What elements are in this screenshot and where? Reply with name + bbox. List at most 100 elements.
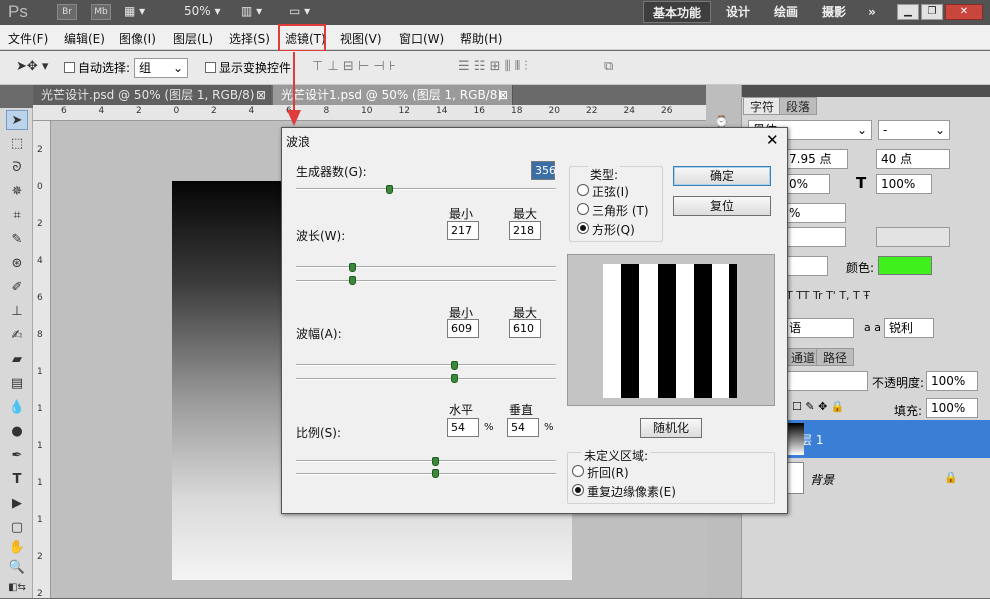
auto-select-target-select[interactable]: 组 ⌄ [134,58,188,78]
type-style-buttons[interactable]: T TT Tr T' T, T Ŧ [786,289,870,302]
lasso-tool-icon[interactable]: ᘐ [6,158,28,178]
repeat-edge-radio[interactable] [572,484,584,496]
antialias-select[interactable]: 锐利 [884,318,934,338]
wavelength-min-track[interactable] [296,266,556,268]
wavelength-max-track[interactable] [296,280,556,282]
crop-tool-icon[interactable]: ⌗ [6,206,28,226]
amplitude-min-input[interactable]: 609 [447,319,479,338]
lock-icons[interactable]: ☐ ✎ ✥ 🔒 [792,400,844,413]
amplitude-min-thumb[interactable] [450,361,458,370]
menu-help[interactable]: 帮助(H) [460,30,502,47]
workspace-basic[interactable]: 基本功能 [643,1,711,23]
minimize-icon[interactable]: ▁ [897,4,919,20]
horizontal-scale-field[interactable]: 100% [876,174,932,194]
mini-bridge-button[interactable]: Mb [91,4,111,20]
square-radio[interactable] [577,222,589,234]
tab-character[interactable]: 字符 [743,97,782,115]
amplitude-max-input[interactable]: 610 [509,319,541,338]
maximize-icon[interactable]: ❐ [921,4,943,20]
fill-field[interactable]: 100% [926,398,978,418]
generators-slider-thumb[interactable] [385,185,393,194]
healing-brush-tool-icon[interactable]: ⊛ [6,254,28,274]
workspace-design[interactable]: 设计 [716,1,760,23]
menu-image[interactable]: 图像(I) [119,30,156,47]
text-color-swatch[interactable] [878,256,932,275]
menu-view[interactable]: 视图(V) [340,30,382,47]
close-icon[interactable]: ✕ [945,4,983,20]
opacity-field[interactable]: 100% [926,371,978,391]
eraser-tool-icon[interactable]: ▰ [6,350,28,370]
menu-edit[interactable]: 编辑(E) [64,30,105,47]
font-style-select[interactable]: - ⌄ [878,120,950,140]
scale-vertical-thumb[interactable] [432,469,440,478]
move-tool-icon[interactable]: ➤ [6,110,28,130]
stamp-tool-icon[interactable]: ⊥ [6,302,28,322]
screen-mode-icon[interactable]: ▭ ▾ [289,4,310,18]
bridge-button[interactable]: Br [57,4,77,20]
pen-tool-icon[interactable]: ✒ [6,446,28,466]
scale-vertical-input[interactable]: 54 [507,418,539,437]
tracking-select[interactable]: % [784,203,846,223]
tab-document-2[interactable]: 光芒设计1.psd @ 50% (图层 1, RGB/8) ⊠ [273,85,513,105]
tab-paragraph[interactable]: 段落 [779,97,818,115]
workspace-photography[interactable]: 摄影 [812,1,856,23]
reset-button[interactable]: 复位 [673,196,771,216]
distribute-icons[interactable]: ☰ ☷ ⊞ ⫼ ⫴ ⫶ [458,59,528,74]
zoom-tool-icon[interactable]: 🔍 [6,558,28,578]
menu-layer[interactable]: 图层(L) [173,30,213,47]
quick-select-tool-icon[interactable]: ✵ [6,182,28,202]
tab-paths[interactable]: 路径 [816,348,855,366]
eyedropper-tool-icon[interactable]: ✎ [6,230,28,250]
zoom-level[interactable]: 50% ▾ [184,4,221,18]
history-brush-tool-icon[interactable]: ✍ [6,326,28,346]
dialog-close-icon[interactable]: ✕ [766,131,779,149]
scale-horizontal-input[interactable]: 54 [447,418,479,437]
amplitude-min-track[interactable] [296,364,556,366]
move-tool-preset-icon[interactable]: ➤✥ ▾ [16,59,48,74]
baseline-shift-field[interactable] [784,256,828,276]
triangle-radio[interactable] [577,203,589,215]
view-extras-icon[interactable]: ▦ ▾ [124,4,145,18]
workspace-painting[interactable]: 绘画 [764,1,808,23]
more-workspaces-button[interactable]: » [860,1,884,23]
leading-field[interactable]: 40 点 [876,149,950,169]
auto-select-checkbox[interactable] [64,62,75,73]
marquee-tool-icon[interactable]: ⬚ [6,134,28,154]
tab-document-1[interactable]: 光芒设计.psd @ 50% (图层 1, RGB/8) ⊠ [33,85,271,105]
scale-horizontal-track[interactable] [296,460,556,462]
amplitude-max-thumb[interactable] [450,374,458,383]
scale-vertical-track[interactable] [296,473,556,475]
amplitude-max-track[interactable] [296,378,556,380]
tab-close-icon[interactable]: ⊠ [256,85,266,105]
menu-file[interactable]: 文件(F) [8,30,48,47]
generators-slider-track[interactable] [296,188,556,190]
path-select-tool-icon[interactable]: ▶ [6,494,28,514]
hand-tool-icon[interactable]: ✋ [6,538,28,558]
scale-horizontal-thumb[interactable] [432,457,440,466]
vertical-scale-field[interactable]: 0% [784,174,830,194]
shape-tool-icon[interactable]: ▢ [6,518,28,538]
ok-button[interactable]: 确定 [673,166,771,186]
gradient-tool-icon[interactable]: ▤ [6,374,28,394]
wavelength-min-thumb[interactable] [349,263,357,272]
sine-radio[interactable] [577,184,589,196]
kerning-select[interactable] [784,227,846,247]
tab-close-icon[interactable]: ⊠ [498,85,508,105]
color-swatches-icon[interactable]: ◧⇆ [6,578,28,598]
generators-input[interactable]: 356 [531,161,556,180]
blur-tool-icon[interactable]: 💧 [6,398,28,418]
brush-tool-icon[interactable]: ✐ [6,278,28,298]
blend-mode-select[interactable] [784,371,868,391]
menu-select[interactable]: 选择(S) [229,30,270,47]
arrange-documents-icon[interactable]: ▥ ▾ [241,4,262,18]
wavelength-min-input[interactable]: 217 [447,221,479,240]
wavelength-max-input[interactable]: 218 [509,221,541,240]
randomize-button[interactable]: 随机化 [640,418,702,438]
font-size-field[interactable]: 7.95 点 [784,149,848,169]
menu-window[interactable]: 窗口(W) [399,30,444,47]
dodge-tool-icon[interactable]: ● [6,422,28,442]
wavelength-max-thumb[interactable] [349,276,357,285]
auto-align-icon[interactable]: ⧉ [604,59,613,74]
wrap-around-radio[interactable] [572,465,584,477]
show-transform-checkbox[interactable] [205,62,216,73]
